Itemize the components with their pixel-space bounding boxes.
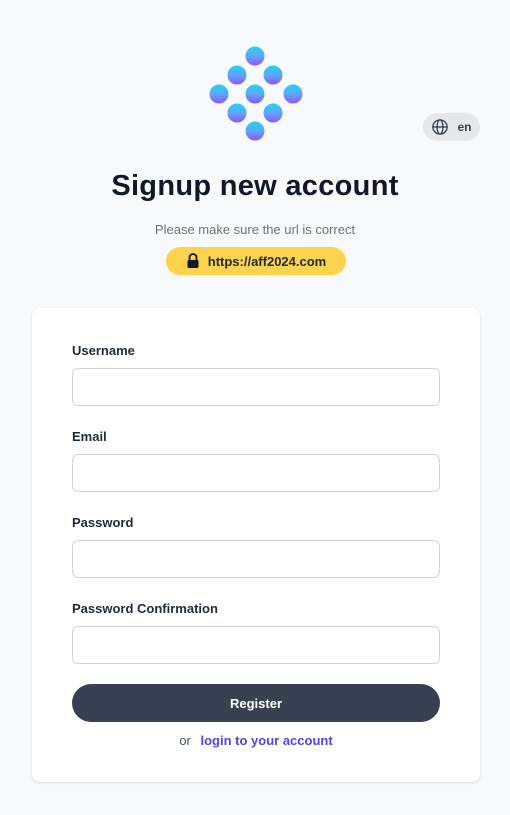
password-confirmation-label: Password Confirmation	[72, 601, 218, 616]
username-label: Username	[72, 343, 135, 358]
signup-card: Username Email Password Password Confirm…	[32, 308, 480, 782]
password-confirmation-input[interactable]	[72, 626, 440, 664]
password-field: Password	[72, 514, 440, 578]
password-label: Password	[72, 515, 134, 530]
password-input[interactable]	[72, 540, 440, 578]
globe-icon	[432, 119, 449, 135]
url-notice: Please make sure the url is correct	[154, 222, 356, 237]
lock-icon	[187, 253, 199, 268]
url-text: https://aff2024.com	[207, 253, 327, 269]
login-prefix: or	[179, 733, 191, 748]
language-switcher[interactable]: en	[423, 113, 480, 141]
login-row: or login to your account	[32, 732, 480, 750]
email-field: Email	[72, 428, 440, 492]
brand-logo	[209, 46, 303, 141]
login-link[interactable]: login to your account	[201, 733, 333, 748]
page-title: Signup new account	[111, 170, 399, 202]
username-field: Username	[72, 342, 440, 406]
password-confirmation-field: Password Confirmation	[72, 600, 440, 664]
email-input[interactable]	[72, 454, 440, 492]
url-badge: https://aff2024.com	[166, 247, 346, 275]
email-label: Email	[72, 429, 107, 444]
username-input[interactable]	[72, 368, 440, 406]
register-button[interactable]: Register	[72, 684, 440, 722]
language-label: en	[457, 120, 472, 134]
signup-page: en Signup new account Please make sure t…	[0, 0, 510, 815]
